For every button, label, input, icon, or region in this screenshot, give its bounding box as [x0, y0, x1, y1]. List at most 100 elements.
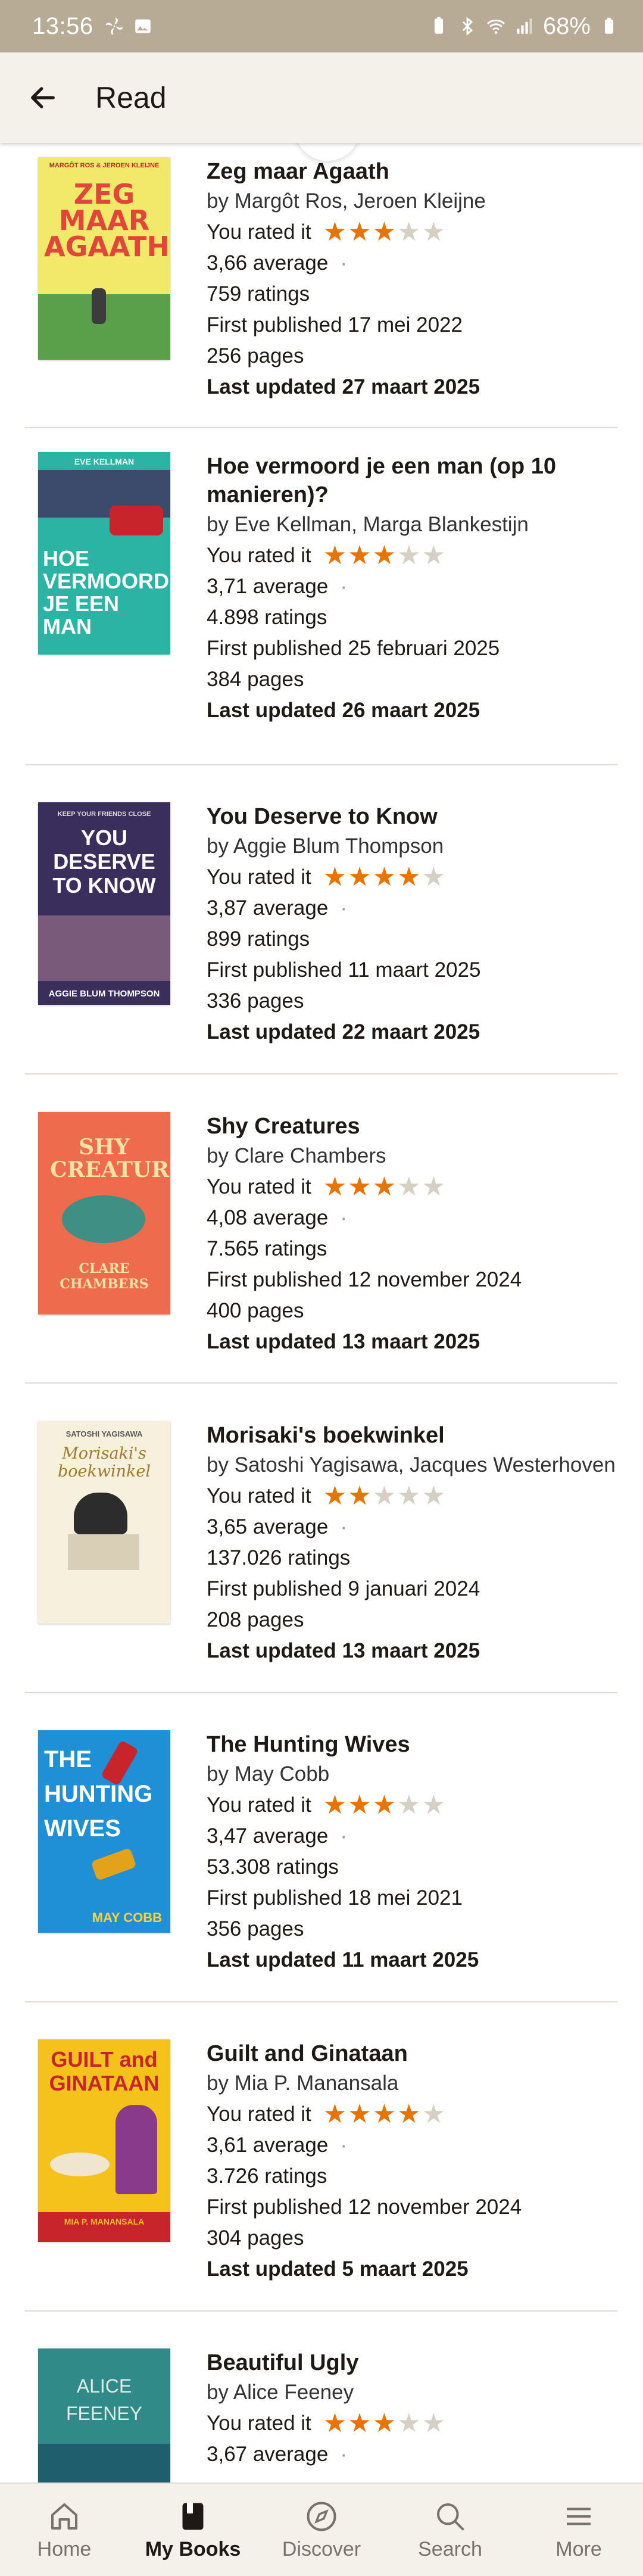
star-filled-icon[interactable]: ★ — [323, 2410, 347, 2437]
book-cover[interactable]: SATOSHI YAGISAWA Morisaki's boekwinkel — [38, 1421, 170, 1624]
average-rating: 3,66 average — [207, 251, 329, 275]
battery-saver-icon — [434, 17, 444, 34]
rating-stars[interactable]: ★ ★ ★ ★ ★ — [323, 2410, 445, 2437]
rating-stars[interactable]: ★ ★ ★ ★ ★ — [323, 1174, 445, 1200]
user-rating: You rated it ★ ★ ★ ★ ★ — [207, 2099, 617, 2130]
book-author[interactable]: by Alice Feeney — [207, 2377, 617, 2408]
back-button[interactable] — [21, 76, 64, 119]
star-empty-icon[interactable]: ★ — [422, 2101, 445, 2128]
book-title[interactable]: Guilt and Ginataan — [207, 2039, 617, 2068]
star-empty-icon[interactable]: ★ — [422, 2410, 445, 2437]
star-empty-icon[interactable]: ★ — [422, 864, 445, 890]
star-empty-icon[interactable]: ★ — [397, 1792, 420, 1818]
ratings-count: 53.308 ratings — [207, 1855, 339, 1879]
user-rating: You rated it ★ ★ ★ ★ ★ — [207, 862, 617, 893]
star-empty-icon[interactable]: ★ — [422, 219, 445, 245]
star-empty-icon[interactable]: ★ — [397, 2410, 420, 2437]
search-icon — [437, 2503, 464, 2531]
star-filled-icon[interactable]: ★ — [373, 1174, 396, 1200]
cover-title-text: Morisaki's boekwinkel — [58, 1444, 151, 1481]
book-author[interactable]: by Mia P. Manansala — [207, 2068, 617, 2099]
average-rating: 3,61 average — [207, 2133, 329, 2157]
ratings-count: 137.026 ratings — [207, 1546, 351, 1569]
star-empty-icon[interactable]: ★ — [397, 1174, 420, 1200]
nav-discover[interactable]: Discover — [257, 2484, 386, 2576]
book-cover[interactable]: GUILT and GINATAAN MIA P. MANANSALA — [38, 2039, 170, 2242]
star-filled-icon[interactable]: ★ — [323, 1483, 347, 1509]
rating-stars[interactable]: ★ ★ ★ ★ ★ — [323, 2101, 445, 2128]
star-empty-icon[interactable]: ★ — [422, 1792, 445, 1818]
nav-home[interactable]: Home — [0, 2484, 129, 2576]
last-updated: Last updated 5 maart 2025 — [207, 2257, 469, 2281]
star-filled-icon[interactable]: ★ — [348, 1483, 371, 1509]
nav-more[interactable]: More — [514, 2484, 643, 2576]
rating-stars[interactable]: ★ ★ ★ ★ ★ — [323, 543, 445, 569]
star-filled-icon[interactable]: ★ — [373, 2101, 396, 2128]
book-cover[interactable]: SHY CREATURES CLARE CHAMBERS — [38, 1112, 170, 1315]
star-empty-icon[interactable]: ★ — [397, 1483, 420, 1509]
star-filled-icon[interactable]: ★ — [323, 2101, 347, 2128]
last-updated: Last updated 13 maart 2025 — [207, 1330, 480, 1353]
star-filled-icon[interactable]: ★ — [397, 864, 420, 890]
star-filled-icon[interactable]: ★ — [348, 1174, 371, 1200]
book-cover[interactable]: EVE KELLMAN HOE VERMOORD JE EEN MAN — [38, 452, 170, 655]
star-filled-icon[interactable]: ★ — [373, 2410, 396, 2437]
book-title[interactable]: Beautiful Ugly — [207, 2348, 617, 2377]
star-filled-icon[interactable]: ★ — [323, 1174, 347, 1200]
book-author[interactable]: by May Cobb — [207, 1759, 617, 1790]
book-title[interactable]: Hoe vermoord je een man (op 10 manieren)… — [207, 452, 617, 509]
app-bar: Read — [0, 52, 643, 143]
nav-my-books[interactable]: My Books — [129, 2484, 257, 2576]
book-cover[interactable]: KEEP YOUR FRIENDS CLOSE YOU DESERVE TO K… — [38, 802, 170, 1005]
star-filled-icon[interactable]: ★ — [323, 864, 347, 890]
book-author[interactable]: by Margôt Ros, Jeroen Kleijne — [207, 186, 617, 217]
rating-stars[interactable]: ★ ★ ★ ★ ★ — [323, 864, 445, 890]
star-filled-icon[interactable]: ★ — [373, 543, 396, 569]
star-filled-icon[interactable]: ★ — [323, 543, 347, 569]
page-count: 356 pages — [207, 1917, 304, 1940]
book-author[interactable]: by Satoshi Yagisawa, Jacques Westerhoven — [207, 1450, 617, 1481]
star-empty-icon[interactable]: ★ — [422, 1483, 445, 1509]
star-filled-icon[interactable]: ★ — [348, 1792, 371, 1818]
separator-dot: · — [340, 1824, 347, 1848]
star-filled-icon[interactable]: ★ — [373, 219, 396, 245]
fan-icon — [105, 17, 123, 35]
nav-search[interactable]: Search — [386, 2484, 514, 2576]
book-title[interactable]: You Deserve to Know — [207, 802, 617, 831]
book-cover[interactable]: THE HUNTING WIVES MAY COBB — [38, 1730, 170, 1933]
star-filled-icon[interactable]: ★ — [373, 1792, 396, 1818]
rating-stars[interactable]: ★ ★ ★ ★ ★ — [323, 1483, 445, 1509]
rated-label: You rated it — [207, 220, 311, 244]
book-title[interactable]: Shy Creatures — [207, 1112, 617, 1141]
divider — [25, 1382, 617, 1384]
book-cover[interactable]: MARGÔT ROS & JEROEN KLEIJNE ZEG MAAR AGA… — [38, 157, 170, 360]
user-rating: You rated it ★ ★ ★ ★ ★ — [207, 1481, 617, 1512]
star-filled-icon[interactable]: ★ — [348, 2410, 371, 2437]
star-empty-icon[interactable]: ★ — [422, 543, 445, 569]
star-empty-icon[interactable]: ★ — [397, 543, 420, 569]
last-updated: Last updated 26 maart 2025 — [207, 699, 480, 722]
star-empty-icon[interactable]: ★ — [373, 1483, 396, 1509]
ratings-count: 7.565 ratings — [207, 1237, 327, 1260]
rating-stars[interactable]: ★ ★ ★ ★ ★ — [323, 219, 445, 245]
star-filled-icon[interactable]: ★ — [323, 1792, 347, 1818]
book-author[interactable]: by Clare Chambers — [207, 1141, 617, 1172]
book-author[interactable]: by Aggie Blum Thompson — [207, 831, 617, 862]
star-empty-icon[interactable]: ★ — [422, 1174, 445, 1200]
book-author[interactable]: by Eve Kellman, Marga Blankestijn — [207, 509, 617, 540]
rating-stars[interactable]: ★ ★ ★ ★ ★ — [323, 1792, 445, 1818]
star-filled-icon[interactable]: ★ — [348, 2101, 371, 2128]
star-filled-icon[interactable]: ★ — [348, 219, 371, 245]
star-filled-icon[interactable]: ★ — [348, 543, 371, 569]
book-title[interactable]: The Hunting Wives — [207, 1730, 617, 1759]
book-title[interactable]: Morisaki's boekwinkel — [207, 1421, 617, 1450]
star-filled-icon[interactable]: ★ — [323, 219, 347, 245]
star-empty-icon[interactable]: ★ — [397, 219, 420, 245]
star-filled-icon[interactable]: ★ — [348, 864, 371, 890]
book-title[interactable]: Zeg maar Agaath — [207, 157, 617, 186]
star-filled-icon[interactable]: ★ — [373, 864, 396, 890]
rated-label: You rated it — [207, 1793, 311, 1817]
divider — [25, 2310, 617, 2312]
first-published: First published 18 mei 2021 — [207, 1886, 463, 1910]
star-filled-icon[interactable]: ★ — [397, 2101, 420, 2128]
